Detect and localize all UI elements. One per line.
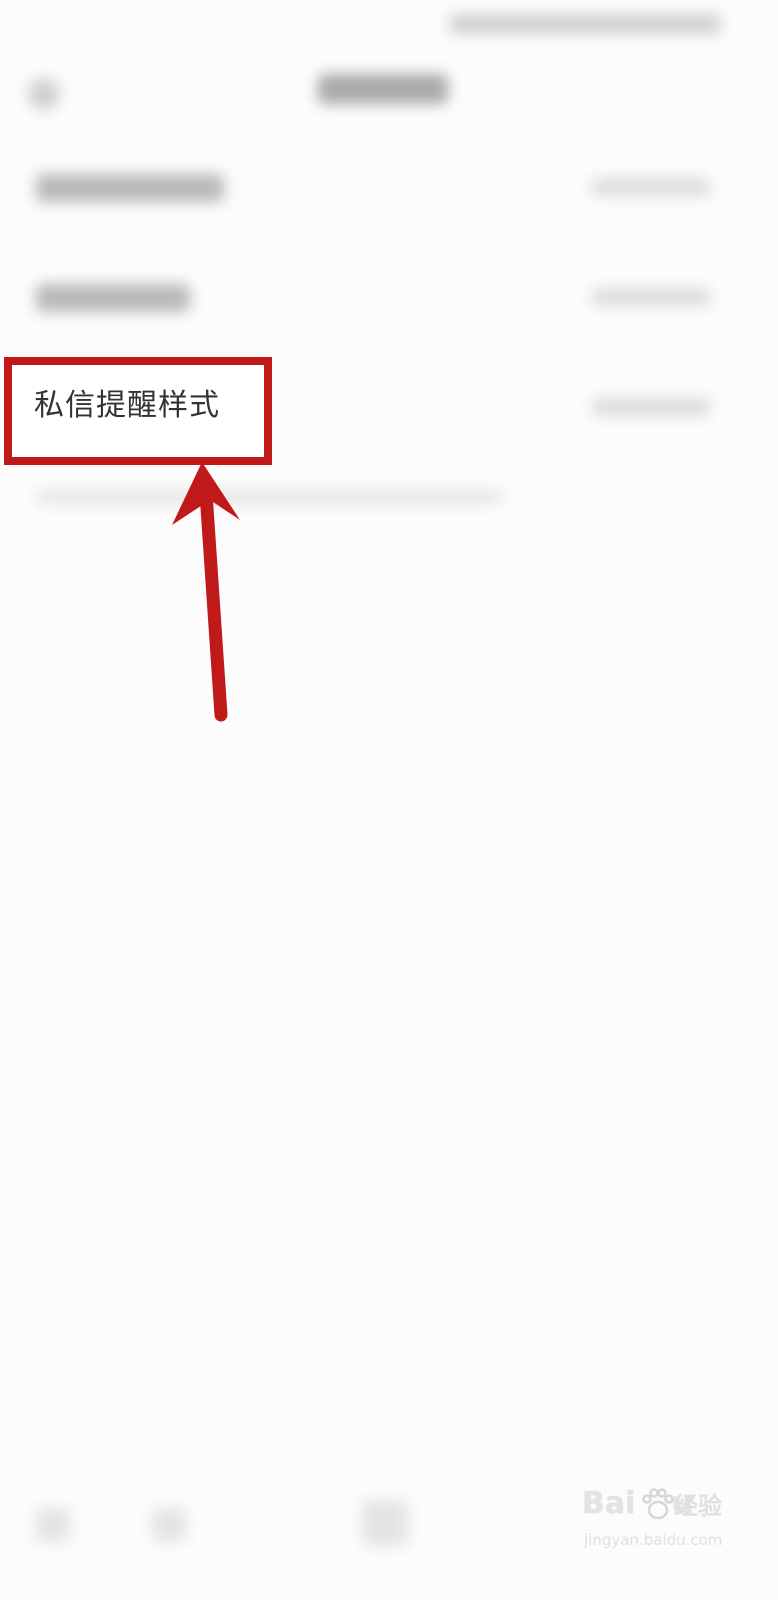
nav-bar: [0, 40, 778, 140]
watermark-url: jingyan.baidu.com: [584, 1531, 723, 1549]
watermark-brand: 经验: [674, 1492, 722, 1520]
setting-row-2[interactable]: [0, 242, 778, 350]
baidu-jingyan-watermark: Bai u 经验 jingyan.baidu.com: [582, 1484, 732, 1560]
bottom-nav-icon-2[interactable]: [152, 1508, 186, 1542]
setting-row-1[interactable]: [0, 132, 778, 240]
setting-row-value: [592, 288, 710, 306]
setting-hint-text: [36, 490, 502, 504]
status-icons: [450, 14, 720, 34]
back-icon[interactable]: [28, 78, 60, 110]
page-title: [318, 74, 448, 104]
status-bar: [0, 0, 778, 40]
bottom-nav-icon-1[interactable]: [36, 1508, 70, 1542]
setting-row-label: [36, 174, 224, 202]
setting-row-value: [592, 178, 710, 196]
bottom-nav-icon-3[interactable]: [362, 1500, 408, 1546]
setting-row-label: [36, 284, 190, 312]
dm-reminder-style-item[interactable]: 私信提醒样式: [34, 386, 220, 426]
setting-row-value: [592, 398, 710, 416]
paw-icon: [642, 1488, 674, 1520]
up-arrow-icon: [172, 462, 240, 722]
